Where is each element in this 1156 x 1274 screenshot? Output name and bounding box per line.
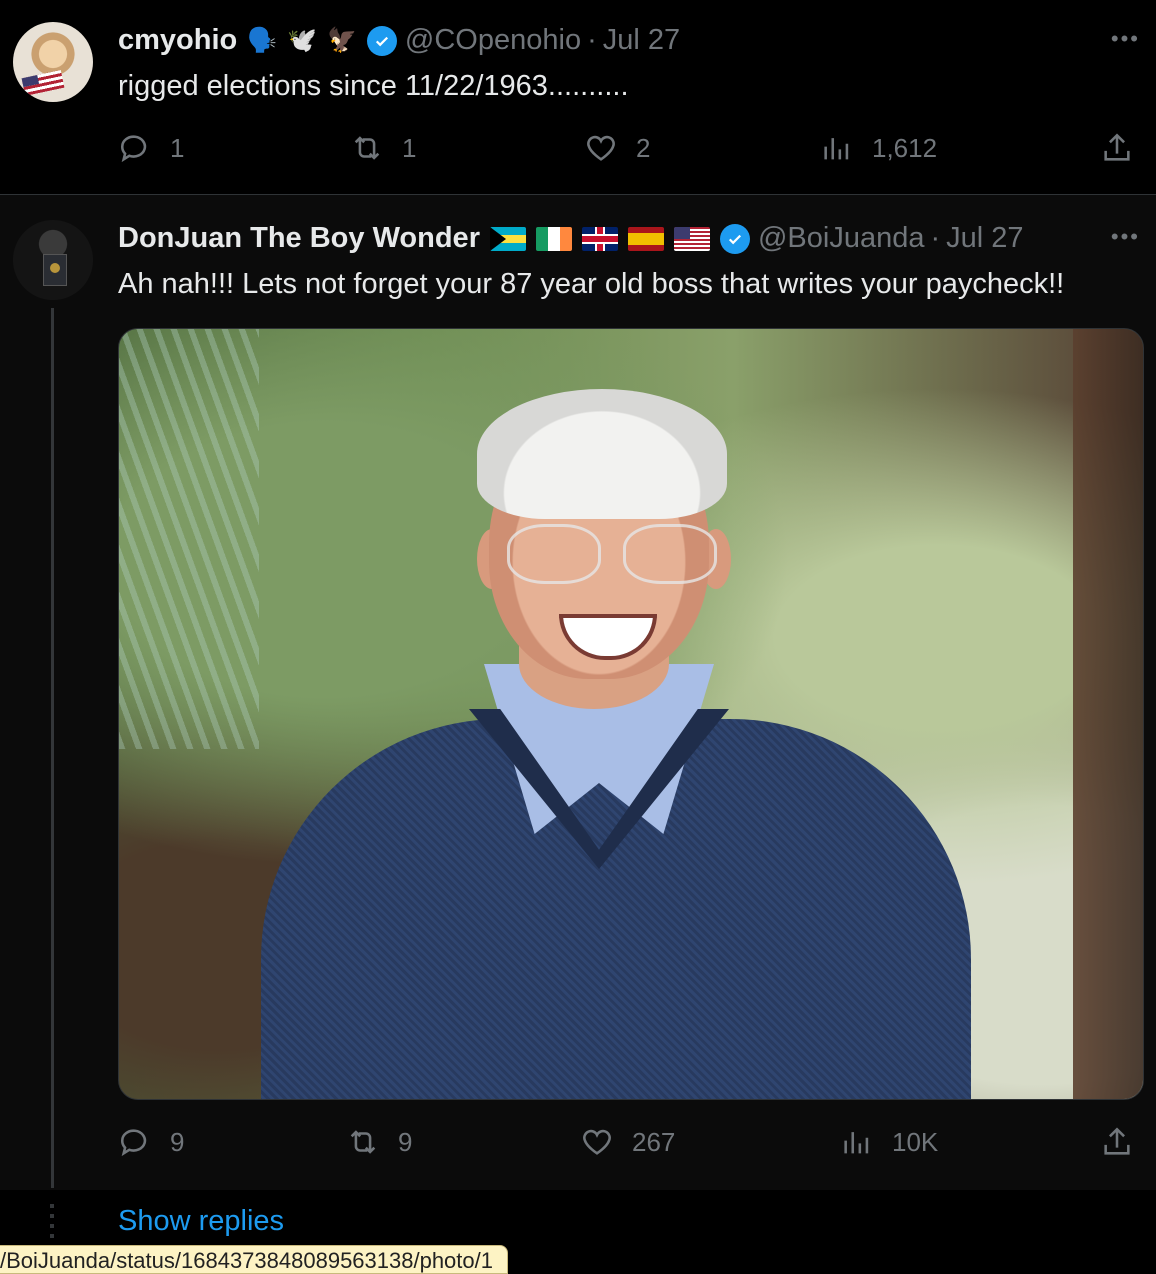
- reply-count: 1: [170, 132, 185, 163]
- ireland-flag-icon: [535, 226, 572, 251]
- share-icon: [1104, 133, 1130, 161]
- show-replies-link[interactable]: Show replies: [118, 1205, 284, 1238]
- display-name[interactable]: cmyohio: [118, 24, 237, 57]
- repost-count: 9: [398, 1126, 413, 1157]
- views-button[interactable]: 1,612: [820, 131, 937, 165]
- speaking-head-emoji: 🗣️: [247, 27, 278, 54]
- repost-icon: [350, 1130, 376, 1154]
- thread-dots: [50, 1204, 54, 1240]
- more-icon[interactable]: •••: [1111, 26, 1140, 52]
- tweet-date[interactable]: Jul 27: [603, 24, 680, 57]
- tweet-text: Ah nah!!! Lets not forget your 87 year o…: [118, 268, 1065, 300]
- display-name[interactable]: DonJuan The Boy Wonder: [118, 222, 480, 255]
- share-button[interactable]: [1100, 1125, 1134, 1159]
- tweet-header: cmyohio 🗣️ 🕊️ 🦅 @COpenohio · Jul 27: [118, 24, 680, 57]
- tweet-actions: 1 1 2 1,612: [118, 131, 1138, 171]
- status-url-tooltip: /BoiJuanda/status/1684373848089563138/ph…: [0, 1245, 508, 1274]
- verified-icon: [366, 25, 397, 56]
- bahamas-flag-icon: [489, 226, 526, 251]
- share-icon: [1104, 1127, 1130, 1155]
- views-icon: [844, 1132, 869, 1154]
- reply-button[interactable]: 1: [118, 131, 184, 165]
- eagle-emoji: 🦅: [327, 27, 357, 54]
- repost-button[interactable]: 1: [350, 131, 416, 165]
- repost-button[interactable]: 9: [346, 1125, 412, 1159]
- like-count: 267: [632, 1126, 676, 1157]
- like-icon: [583, 1129, 611, 1155]
- like-button[interactable]: 2: [584, 131, 650, 165]
- tweet-cmyohio[interactable]: cmyohio 🗣️ 🕊️ 🦅 @COpenohio · Jul 27 ••• …: [0, 0, 1156, 194]
- verified-icon: [719, 223, 750, 254]
- repost-icon: [354, 136, 380, 160]
- tweet-text: rigged elections since 11/22/1963.......…: [118, 70, 629, 102]
- avatar[interactable]: [13, 220, 93, 300]
- views-icon: [824, 138, 849, 160]
- views-count: 1,612: [872, 132, 938, 163]
- dove-emoji: 🕊️: [287, 27, 318, 54]
- us-flag-icon: [673, 226, 710, 251]
- separator: ·: [587, 24, 597, 56]
- more-icon[interactable]: •••: [1111, 224, 1140, 250]
- spain-flag-icon: [627, 226, 664, 251]
- reply-icon: [120, 135, 147, 163]
- avatar[interactable]: [13, 22, 93, 102]
- separator: ·: [930, 222, 941, 254]
- share-button[interactable]: [1100, 131, 1134, 165]
- tweet-photo[interactable]: [118, 328, 1144, 1100]
- reply-count: 9: [170, 1126, 185, 1157]
- tweet-header: DonJuan The Boy Wonder @BoiJuanda · Jul …: [118, 222, 1024, 255]
- views-button[interactable]: 10K: [840, 1125, 938, 1159]
- reply-icon: [120, 1129, 147, 1157]
- repost-count: 1: [402, 132, 417, 163]
- thread-line: [51, 308, 54, 1188]
- like-icon: [587, 135, 615, 161]
- uk-flag-icon: [581, 226, 618, 251]
- user-handle[interactable]: @COpenohio: [405, 24, 581, 57]
- smiling-man: [119, 329, 1143, 1099]
- tweet-date[interactable]: Jul 27: [946, 222, 1023, 255]
- like-button[interactable]: 267: [580, 1125, 675, 1159]
- reply-button[interactable]: 9: [118, 1125, 184, 1159]
- views-count: 10K: [892, 1126, 939, 1157]
- tweet-actions: 9 9 267 10K: [118, 1125, 1138, 1165]
- like-count: 2: [636, 132, 651, 163]
- user-handle[interactable]: @BoiJuanda: [758, 222, 925, 255]
